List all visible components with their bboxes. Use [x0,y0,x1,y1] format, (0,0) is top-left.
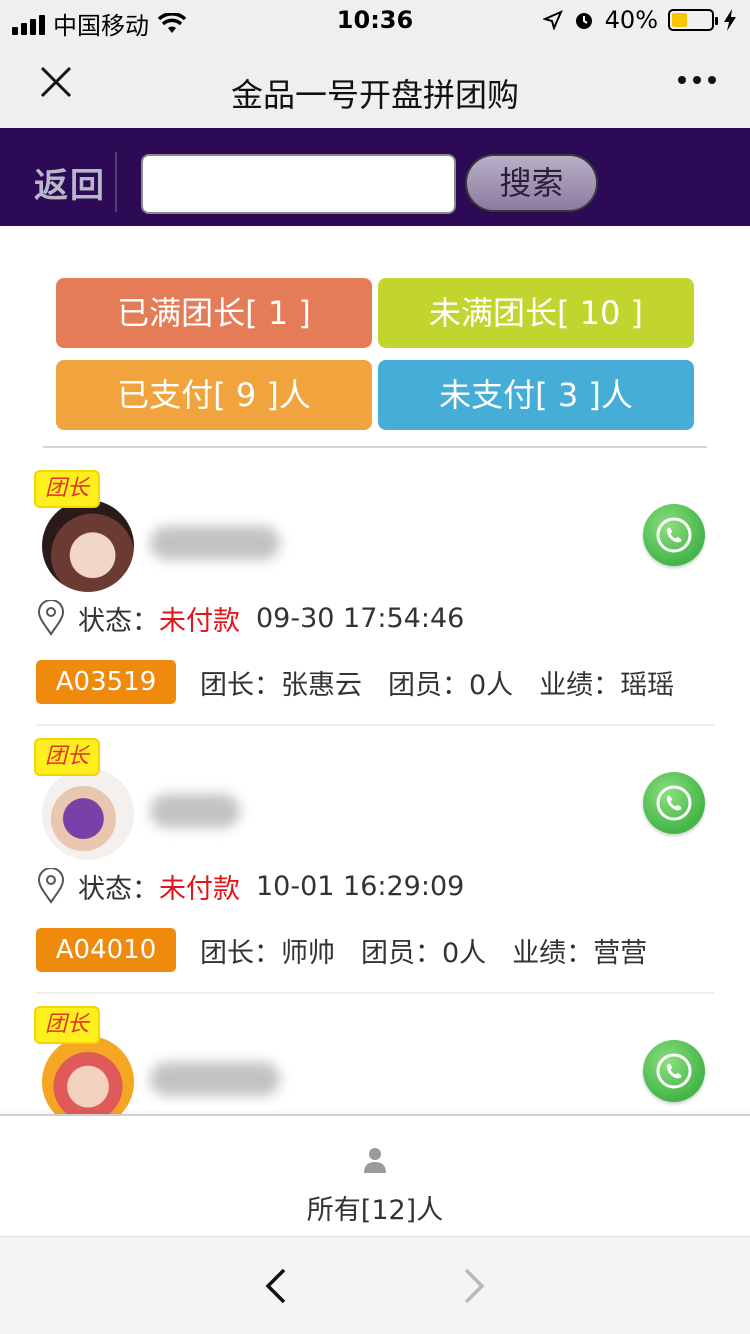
leader-label: 团长： [200,669,281,701]
call-button[interactable] [643,1040,705,1102]
divider [43,446,707,448]
avatar [42,500,134,592]
page-title: 金品一号开盘拼团购 [230,76,519,114]
forward-arrow-icon[interactable] [460,1267,488,1305]
avatar [42,768,134,860]
status-value: 未付款 [159,873,240,905]
members-count: 0人 [442,937,487,969]
unpaid-button[interactable]: 未支付[ 3 ]人 [378,360,694,430]
not-full-leaders-button[interactable]: 未满团长[ 10 ] [378,278,694,348]
member-code-badge: A03519 [36,660,176,704]
back-button[interactable]: 返回 [34,158,106,207]
members-label: 团员： [361,937,442,969]
member-name-blurred [150,794,240,828]
browser-toolbar [0,1236,750,1334]
list-item[interactable]: 团长 状态： 未付款 09-30 17:54:46 A03519 团长： 张惠云… [0,466,750,734]
info-row: A03519 团长： 张惠云 团员： 0人 业绩： 瑶瑶 [36,660,674,704]
status-bar: 中国移动 10:36 40% [0,0,750,40]
status-row: 状态： 未付款 09-30 17:54:46 [36,598,464,638]
status-row: 状态： 未付款 10-01 16:29:09 [36,866,464,906]
full-leaders-button[interactable]: 已满团长[ 1 ] [56,278,372,348]
nav-bar: 金品一号开盘拼团购 [0,40,750,128]
divider [36,992,714,994]
performance-value: 营营 [593,937,648,969]
timestamp: 09-30 17:54:46 [256,602,465,634]
phone-icon [656,517,692,553]
call-button[interactable] [643,504,705,566]
list-item[interactable]: 团长 状态： 未付款 10-01 16:29:09 A04010 团长： 师帅 … [0,734,750,1002]
alarm-icon [575,13,592,29]
leader-tag: 团长 [34,738,100,776]
leader-name: 师帅 [281,937,335,969]
search-bar: 返回 搜索 [0,128,750,226]
members-label: 团员： [388,669,469,701]
avatar [42,1036,134,1114]
member-code-badge: A04010 [36,928,176,972]
leader-name: 张惠云 [281,669,362,701]
leader-tag: 团长 [34,470,100,508]
info-row: A04010 团长： 师帅 团员： 0人 业绩： 营营 [36,928,647,972]
all-members-label: 所有[12]人 [306,1195,444,1226]
member-name-blurred [150,526,280,560]
member-name-blurred [150,1062,280,1096]
more-icon[interactable] [678,76,716,84]
battery-icon [668,9,718,31]
list-item[interactable]: 团长 [0,1002,750,1114]
all-members-tab[interactable]: 所有[12]人 [0,1114,750,1236]
status-label: 状态： [78,605,159,637]
performance-label: 业绩： [512,937,594,969]
paid-button[interactable]: 已支付[ 9 ]人 [56,360,372,430]
divider [115,152,117,212]
person-icon [364,1148,386,1173]
leader-tag: 团长 [34,1006,100,1044]
back-arrow-icon[interactable] [262,1267,290,1305]
search-input[interactable] [141,154,456,214]
search-button[interactable]: 搜索 [465,154,598,212]
divider [36,724,714,726]
phone-icon [656,785,692,821]
timestamp: 10-01 16:29:09 [256,870,465,902]
location-arrow-icon [542,10,563,30]
location-pin-icon [37,600,65,636]
location-pin-icon [37,868,65,904]
performance-value: 瑶瑶 [620,669,675,701]
status-label: 状态： [78,873,159,905]
members-count: 0人 [469,669,514,701]
performance-label: 业绩： [539,669,621,701]
leader-label: 团长： [200,937,281,969]
battery-percent: 40% [604,6,658,34]
phone-icon [656,1053,692,1089]
status-value: 未付款 [159,605,240,637]
call-button[interactable] [643,772,705,834]
charging-icon [724,9,736,31]
